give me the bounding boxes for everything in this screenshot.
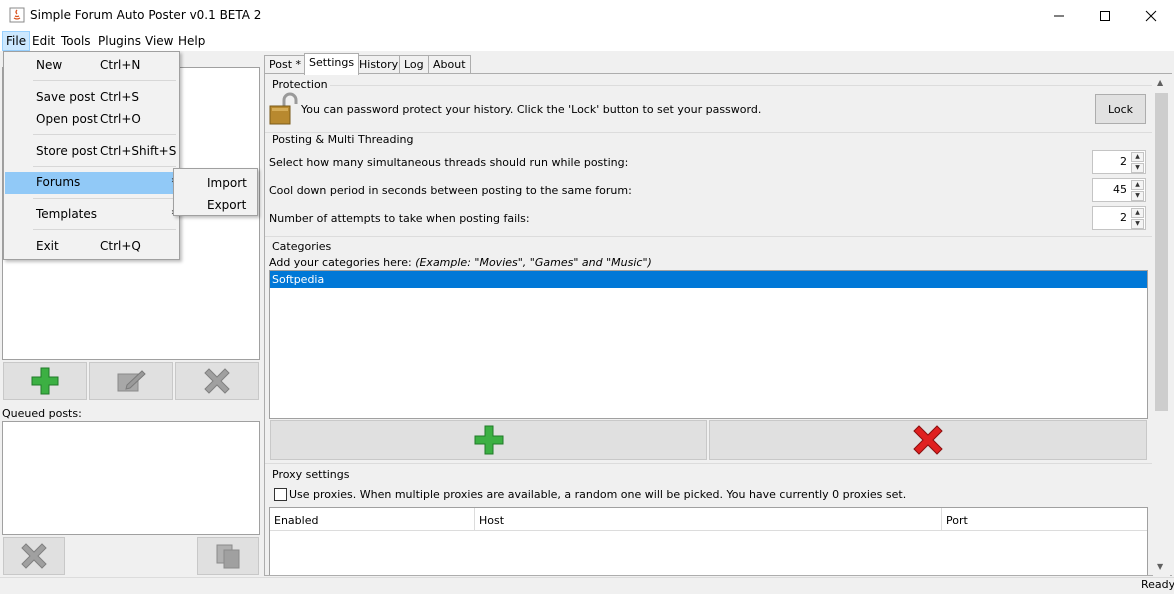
threads-label: Select how many simultaneous threads sho…	[269, 156, 629, 169]
queued-posts-list[interactable]	[2, 421, 260, 535]
add-post-button[interactable]	[3, 362, 87, 400]
window-title: Simple Forum Auto Poster v0.1 BETA 2	[30, 8, 262, 22]
menu-item-new[interactable]: New Ctrl+N	[5, 55, 178, 77]
spinner-down-icon[interactable]: ▼	[1131, 163, 1144, 173]
menu-item-templates[interactable]: Templates›	[5, 204, 178, 226]
submenu-item-export[interactable]: Export	[207, 198, 246, 212]
delete-x-icon	[21, 543, 47, 569]
tab-history[interactable]: History	[354, 55, 404, 74]
java-app-icon	[9, 7, 25, 23]
status-bar	[0, 577, 1174, 594]
copy-queued-button[interactable]	[197, 537, 259, 575]
scrollbar-thumb[interactable]	[1155, 93, 1168, 411]
red-x-icon	[913, 425, 943, 455]
tab-settings[interactable]: Settings	[304, 53, 360, 75]
tab-about[interactable]: About	[428, 55, 471, 74]
queued-posts-label: Queued posts:	[2, 407, 82, 420]
submenu-item-import[interactable]: Import	[207, 176, 247, 190]
status-text: Ready	[1141, 578, 1174, 591]
menu-view[interactable]: View	[142, 31, 176, 51]
spinner-up-icon[interactable]: ▲	[1131, 180, 1144, 190]
spinner-up-icon[interactable]: ▲	[1131, 208, 1144, 218]
scroll-down-icon[interactable]: ▼	[1157, 562, 1163, 571]
categories-prompt: Add your categories here: (Example: "Mov…	[269, 256, 652, 269]
forums-submenu: Import Export	[173, 168, 258, 216]
use-proxies-checkbox[interactable]	[274, 488, 287, 501]
proxy-table[interactable]: Enabled Host Port	[269, 507, 1148, 575]
remove-queued-button[interactable]	[3, 537, 65, 575]
column-header-enabled[interactable]: Enabled	[270, 508, 475, 531]
delete-category-button[interactable]	[709, 420, 1147, 460]
delete-x-icon	[204, 368, 230, 394]
edit-icon	[117, 370, 146, 392]
menu-plugins[interactable]: Plugins	[95, 31, 144, 51]
close-button[interactable]	[1128, 0, 1174, 31]
categories-title: Categories	[272, 240, 332, 253]
protection-title: Protection	[272, 78, 328, 91]
tab-log[interactable]: Log	[399, 55, 429, 74]
spinner-down-icon[interactable]: ▼	[1131, 219, 1144, 229]
menu-edit[interactable]: Edit	[29, 31, 58, 51]
spinner-up-icon[interactable]: ▲	[1131, 152, 1144, 162]
column-header-host[interactable]: Host	[475, 508, 942, 531]
tab-post[interactable]: Post *	[264, 55, 307, 74]
menu-item-exit[interactable]: Exit Ctrl+Q	[5, 236, 178, 258]
proxy-title: Proxy settings	[272, 468, 350, 481]
add-category-button[interactable]	[270, 420, 707, 460]
menu-item-open-post[interactable]: Open post Ctrl+O	[5, 109, 178, 131]
menu-item-forums[interactable]: Forums›	[5, 172, 178, 194]
categories-list[interactable]: Softpedia	[269, 270, 1148, 419]
settings-panel: Protection You can password protect your…	[264, 73, 1172, 576]
menu-item-save-post[interactable]: Save post Ctrl+S	[5, 87, 178, 109]
copy-icon	[216, 544, 240, 569]
spinner-down-icon[interactable]: ▼	[1131, 191, 1144, 201]
cooldown-spinner[interactable]: 45 ▲ ▼	[1092, 178, 1146, 202]
threads-spinner[interactable]: 2 ▲ ▼	[1092, 150, 1146, 174]
plus-icon	[474, 425, 503, 455]
cooldown-label: Cool down period in seconds between post…	[269, 184, 632, 197]
delete-post-button[interactable]	[175, 362, 259, 400]
menu-tools[interactable]: Tools	[58, 31, 94, 51]
category-item[interactable]: Softpedia	[270, 271, 1147, 288]
threading-title: Posting & Multi Threading	[272, 133, 414, 146]
menu-file[interactable]: File	[2, 31, 31, 51]
edit-post-button[interactable]	[89, 362, 173, 400]
file-menu-dropdown: New Ctrl+N Save post Ctrl+S Open post Ctrl+…	[3, 51, 180, 260]
categories-example: (Example: "Movies", "Games" and "Music")	[415, 256, 652, 269]
maximize-button[interactable]	[1082, 0, 1128, 31]
menu-help[interactable]: Help	[175, 31, 208, 51]
attempts-label: Number of attempts to take when posting …	[269, 212, 530, 225]
lock-icon	[268, 92, 302, 129]
plus-icon	[31, 367, 59, 395]
attempts-spinner[interactable]: 2 ▲ ▼	[1092, 206, 1146, 230]
protection-text: You can password protect your history. C…	[301, 103, 762, 116]
menu-item-store-post[interactable]: Store post Ctrl+Shift+S	[5, 141, 178, 163]
column-header-port[interactable]: Port	[942, 508, 1147, 531]
scroll-up-icon[interactable]: ▲	[1157, 78, 1163, 87]
use-proxies-label: Use proxies. When multiple proxies are a…	[289, 488, 907, 501]
lock-button[interactable]: Lock	[1095, 94, 1146, 124]
minimize-button[interactable]	[1036, 0, 1082, 31]
vertical-scrollbar[interactable]: ▲ ▼	[1153, 74, 1170, 576]
